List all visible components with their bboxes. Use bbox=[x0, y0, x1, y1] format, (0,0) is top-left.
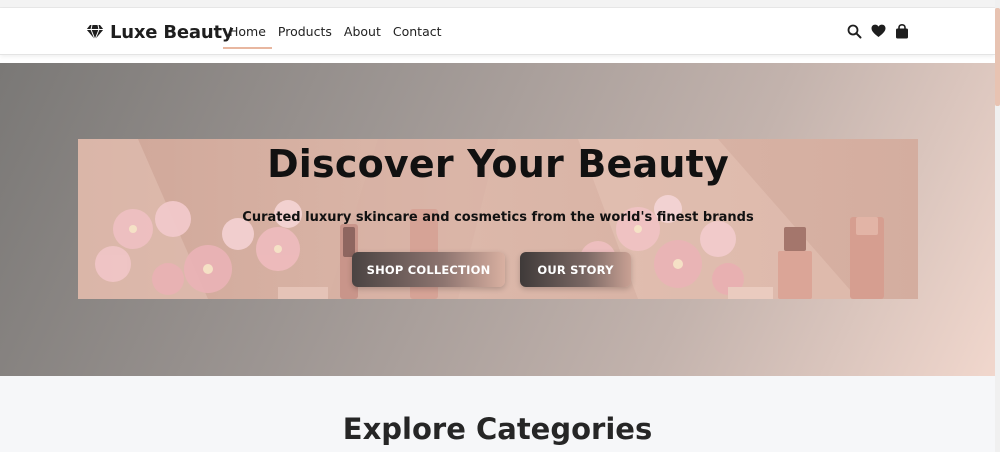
categories-section: Explore Categories bbox=[0, 376, 995, 452]
heart-icon[interactable] bbox=[870, 23, 886, 39]
shopping-bag-icon[interactable] bbox=[894, 23, 910, 39]
brand-logo[interactable]: Luxe Beauty bbox=[86, 20, 234, 44]
categories-title: Explore Categories bbox=[342, 412, 653, 446]
scrollbar-thumb[interactable] bbox=[995, 8, 1000, 106]
hero-section: Discover Your Beauty Curated luxury skin… bbox=[0, 63, 995, 376]
nav-icons bbox=[846, 23, 918, 39]
hero-title: Discover Your Beauty bbox=[267, 142, 729, 186]
hero-subtitle: Curated luxury skincare and cosmetics fr… bbox=[242, 210, 754, 225]
browser-top-strip bbox=[0, 0, 995, 8]
nav-link-products[interactable]: Products bbox=[272, 8, 338, 55]
brand-name: Luxe Beauty bbox=[110, 21, 234, 43]
nav-link-contact[interactable]: Contact bbox=[387, 8, 448, 55]
hero-banner: Discover Your Beauty Curated luxury skin… bbox=[78, 139, 918, 299]
main-nav: Home Products About Contact bbox=[223, 8, 448, 55]
nav-link-about[interactable]: About bbox=[338, 8, 387, 55]
our-story-button[interactable]: OUR STORY bbox=[520, 252, 631, 287]
page-scrollbar[interactable] bbox=[995, 0, 1000, 452]
navbar: Luxe Beauty Home Products About Contact bbox=[0, 8, 995, 55]
search-icon[interactable] bbox=[846, 23, 862, 39]
shop-collection-button[interactable]: SHOP COLLECTION bbox=[352, 252, 505, 287]
diamond-icon bbox=[86, 23, 104, 41]
nav-link-home[interactable]: Home bbox=[223, 8, 272, 55]
